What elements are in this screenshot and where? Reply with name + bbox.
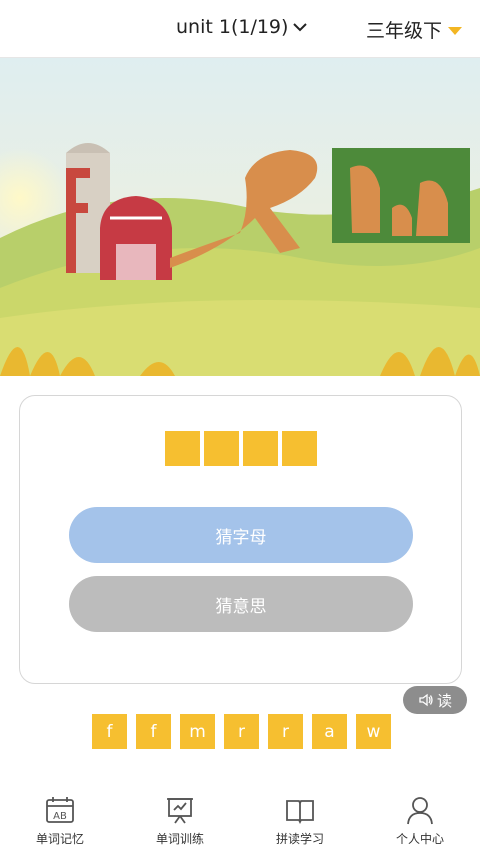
nav-label: 拼读学习 xyxy=(275,832,324,846)
bottom-nav: AB 单词记忆 单词训练 拼读学习 个人中心 xyxy=(0,790,480,853)
guess-meaning-button[interactable]: 猜意思 xyxy=(69,576,413,632)
word-card: 猜字母 猜意思 xyxy=(19,395,462,684)
grade-label: 三年级下 xyxy=(366,20,443,42)
nav-label: 单词训练 xyxy=(155,832,204,846)
top-bar: unit 1(1/19) 三年级下 xyxy=(0,0,480,58)
letter-blank[interactable] xyxy=(204,431,239,466)
letter-tile[interactable]: f xyxy=(92,714,127,749)
farm-illustration xyxy=(0,58,480,376)
grade-selector[interactable]: 三年级下 xyxy=(366,16,463,43)
letter-tile[interactable]: w xyxy=(356,714,391,749)
letter-tiles: f f m r r a w xyxy=(92,714,391,749)
nav-item-phonics-learning[interactable]: 拼读学习 xyxy=(240,790,360,853)
speaker-icon xyxy=(419,693,433,707)
guess-letter-button[interactable]: 猜字母 xyxy=(69,507,413,563)
letter-blank[interactable] xyxy=(282,431,317,466)
letter-blank[interactable] xyxy=(165,431,200,466)
dropdown-triangle-icon xyxy=(448,26,463,35)
read-label: 读 xyxy=(436,691,452,710)
unit-selector[interactable]: unit 1(1/19) xyxy=(176,16,308,38)
letter-blanks xyxy=(165,431,317,466)
letter-tile[interactable]: f xyxy=(136,714,171,749)
letter-tile[interactable]: r xyxy=(224,714,259,749)
nav-item-personal-center[interactable]: 个人中心 xyxy=(360,790,480,853)
letter-tile[interactable]: a xyxy=(312,714,347,749)
ab-calendar-icon: AB xyxy=(46,797,74,823)
presentation-icon xyxy=(167,798,193,824)
letter-blank[interactable] xyxy=(243,431,278,466)
nav-item-word-training[interactable]: 单词训练 xyxy=(120,790,240,853)
person-icon xyxy=(407,797,433,825)
unit-label: unit 1(1/19) xyxy=(176,16,289,38)
letter-tile[interactable]: r xyxy=(268,714,303,749)
read-button[interactable]: 读 xyxy=(403,686,467,714)
farm-scene-image xyxy=(0,58,480,376)
book-icon xyxy=(286,800,314,825)
chevron-down-icon xyxy=(293,23,308,32)
svg-text:AB: AB xyxy=(53,811,67,822)
nav-label: 单词记忆 xyxy=(35,832,84,846)
nav-item-word-memory[interactable]: AB 单词记忆 xyxy=(0,790,120,853)
letter-tile[interactable]: m xyxy=(180,714,215,749)
nav-label: 个人中心 xyxy=(395,832,444,846)
